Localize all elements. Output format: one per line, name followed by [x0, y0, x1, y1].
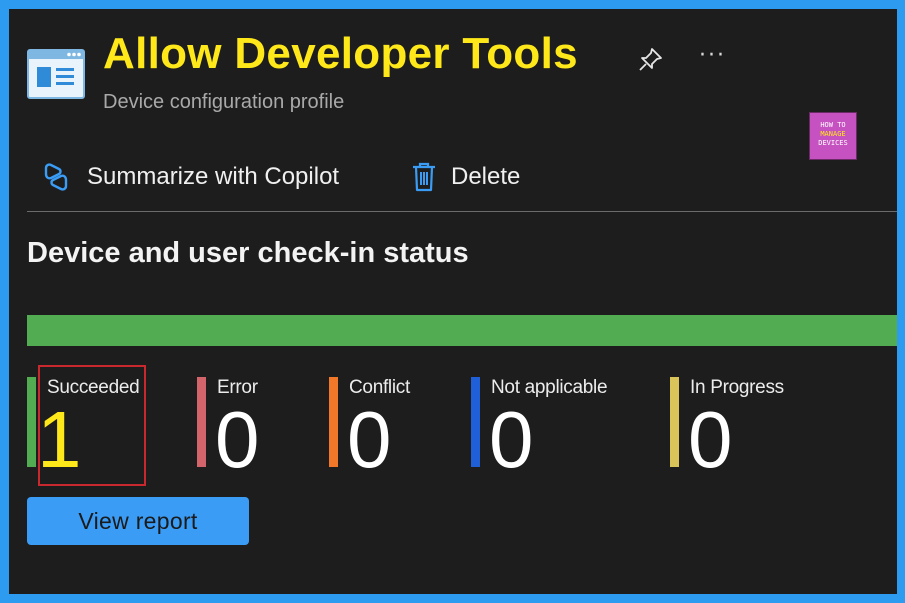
page-title: Allow Developer Tools: [103, 29, 578, 78]
copilot-icon: [44, 163, 68, 191]
brand-logo: HOW TO MANAGE DEVICES: [809, 112, 857, 160]
page-subtitle: Device configuration profile: [103, 91, 345, 113]
profile-overview-panel: Allow Developer Tools ··· Device configu…: [9, 9, 897, 594]
stat-value: 0: [215, 395, 260, 484]
stat-color-bar: [197, 377, 206, 467]
stat-color-bar: [471, 377, 480, 467]
stat-color-bar: [27, 377, 36, 467]
summarize-copilot-button[interactable]: Summarize with Copilot: [37, 159, 339, 195]
toolbar-divider: [27, 211, 897, 212]
stat-value: 0: [489, 395, 534, 484]
pin-icon[interactable]: [635, 45, 665, 75]
view-report-button[interactable]: View report: [27, 497, 249, 545]
stat-value: 0: [347, 395, 392, 484]
more-icon[interactable]: ···: [699, 43, 726, 68]
profile-window-icon: [27, 49, 85, 99]
stat-color-bar: [670, 377, 679, 467]
delete-button[interactable]: Delete: [409, 159, 520, 195]
stat-value: 0: [688, 395, 733, 484]
status-progress-bar: [27, 315, 897, 346]
stat-color-bar: [329, 377, 338, 467]
section-title: Device and user check-in status: [27, 237, 469, 269]
trash-icon: [413, 162, 435, 192]
succeeded-highlight-box: [38, 365, 146, 486]
